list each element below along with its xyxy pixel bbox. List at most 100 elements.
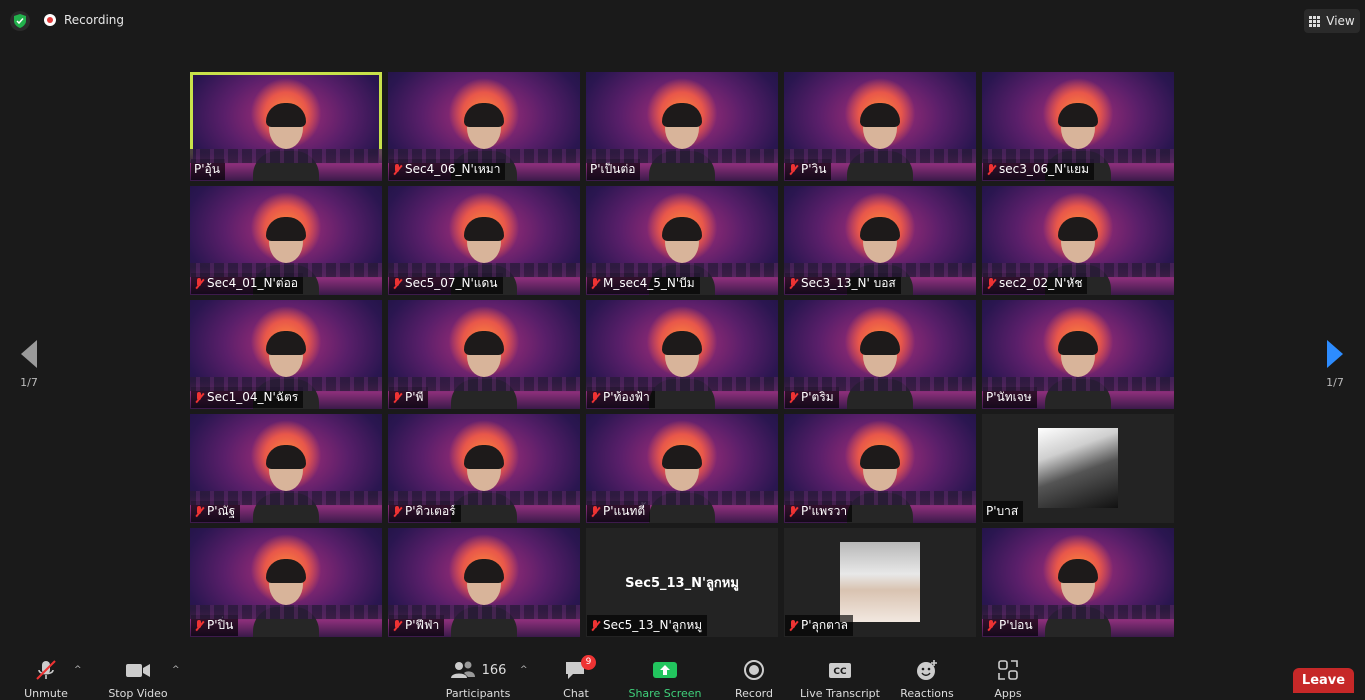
participant-name: P'ฟีฟ่า (405, 618, 440, 632)
muted-microphone-icon (788, 505, 798, 518)
muted-microphone-icon (20, 659, 72, 681)
participant-tile[interactable]: P'ลุกตาล (784, 528, 976, 637)
participant-tile[interactable]: P'พี (388, 300, 580, 409)
muted-microphone-icon (194, 505, 204, 518)
share-screen-label: Share Screen (628, 687, 702, 700)
participant-tile[interactable]: Sec3_13_N' บอส (784, 186, 976, 295)
participant-name-tag: P'ปอน (983, 615, 1038, 636)
participant-video-feed (845, 327, 915, 409)
participant-video-feed (1043, 327, 1113, 409)
participant-name: P'ณัฐ (207, 504, 236, 518)
participant-display-name: Sec5_13_N'ลูกหมู (625, 576, 739, 591)
participant-name-tag: P'ท้องฟ้า (587, 387, 655, 408)
participant-tile[interactable]: Sec5_13_N'ลูกหมู Sec5_13_N'ลูกหมู (586, 528, 778, 637)
participants-icon-group: 166 (438, 659, 518, 681)
audio-options-caret-icon[interactable]: ^ (74, 665, 82, 675)
participant-tile[interactable]: P'แนทตี้ (586, 414, 778, 523)
participant-name: P'ดิวเตอร์ (405, 504, 456, 518)
live-transcript-button[interactable]: CC Live Transcript (800, 659, 880, 700)
record-label: Record (734, 687, 773, 700)
cc-text: CC (833, 667, 847, 677)
participant-tile[interactable]: P'นัทเจษ (982, 300, 1174, 409)
view-label: View (1326, 14, 1355, 28)
muted-microphone-icon (788, 163, 798, 176)
participants-options-caret-icon[interactable]: ^ (520, 665, 528, 675)
participant-tile[interactable]: P'ฟีฟ่า (388, 528, 580, 637)
participant-name: Sec4_06_N'เหมา (405, 162, 501, 176)
recording-indicator[interactable]: Recording (44, 13, 124, 27)
participant-tile[interactable]: P'วิน (784, 72, 976, 181)
participant-tile[interactable]: P'เป็นต่อ (586, 72, 778, 181)
participant-name: P'พี (405, 390, 424, 404)
reactions-label: Reactions (900, 687, 954, 700)
participant-tile[interactable]: P'ดิวเตอร์ (388, 414, 580, 523)
participant-name-tag: P'บาส (983, 501, 1024, 522)
next-page-button[interactable]: 1/7 (1315, 340, 1355, 389)
participants-button[interactable]: 166 Participants (438, 659, 518, 700)
participant-name-tag: P'พี (389, 387, 429, 408)
participant-tile[interactable]: Sec1_04_N'ฉัตร (190, 300, 382, 409)
participant-name: P'บาส (986, 504, 1019, 518)
participant-name: P'นัทเจษ (986, 390, 1032, 404)
participant-video-feed (449, 327, 519, 409)
participant-name: P'ลุกตาล (801, 618, 849, 632)
live-transcript-label: Live Transcript (800, 687, 880, 700)
participant-tile[interactable]: P'ตริม (784, 300, 976, 409)
participant-name: P'ปอน (999, 618, 1033, 632)
participant-tile[interactable]: P'ปอน (982, 528, 1174, 637)
chat-label: Chat (563, 687, 589, 700)
participant-name: P'ปิ่น (207, 618, 234, 632)
participant-tile[interactable]: Sec4_01_N'ต่ออ (190, 186, 382, 295)
reactions-button[interactable]: Reactions (898, 659, 956, 700)
participant-tile[interactable]: P'อุ้น (190, 72, 382, 181)
unmute-button[interactable]: Unmute (20, 659, 72, 700)
closed-caption-icon: CC (800, 659, 880, 681)
muted-microphone-icon (590, 391, 600, 404)
chat-button[interactable]: 9 Chat (556, 655, 596, 700)
participant-name-tag: P'วิน (785, 159, 832, 180)
participant-name: Sec5_07_N'แดน (405, 276, 498, 290)
stop-video-label: Stop Video (108, 687, 168, 700)
previous-page-button[interactable]: 1/7 (9, 340, 49, 389)
participant-video-feed (647, 327, 717, 409)
grid-view-icon (1309, 15, 1321, 27)
muted-microphone-icon (392, 619, 402, 632)
participants-icon (450, 661, 475, 678)
video-options-caret-icon[interactable]: ^ (172, 665, 180, 675)
record-icon (732, 659, 776, 681)
participant-tile[interactable]: sec2_02_N'หัช (982, 186, 1174, 295)
participant-name-tag: P'แนทตี้ (587, 501, 651, 522)
participant-name: P'แพรวา (801, 504, 848, 518)
muted-microphone-icon (590, 277, 600, 290)
participant-tile[interactable]: sec3_06_N'แยม (982, 72, 1174, 181)
muted-microphone-icon (986, 277, 996, 290)
participant-tile[interactable]: Sec5_07_N'แดน (388, 186, 580, 295)
participant-tile[interactable]: P'ปิ่น (190, 528, 382, 637)
apps-button[interactable]: Apps (990, 659, 1026, 700)
participant-name: sec2_02_N'หัช (999, 276, 1083, 290)
recording-label: Recording (64, 13, 125, 27)
participant-name-tag: M_sec4_5_N'บีม (587, 273, 700, 294)
participant-tile[interactable]: P'บาส (982, 414, 1174, 523)
recording-icon (44, 14, 56, 26)
stop-video-button[interactable]: Stop Video (106, 659, 170, 700)
unmute-label: Unmute (24, 687, 68, 700)
leave-button[interactable]: Leave (1293, 668, 1354, 693)
apps-icon (990, 659, 1026, 681)
participant-tile[interactable]: P'ณัฐ (190, 414, 382, 523)
share-screen-button[interactable]: Share Screen (626, 659, 704, 700)
participant-tile[interactable]: P'แพรวา (784, 414, 976, 523)
participant-name: P'เป็นต่อ (590, 162, 636, 176)
security-shield-icon[interactable] (10, 11, 30, 31)
muted-microphone-icon (392, 391, 402, 404)
participant-tile[interactable]: P'ท้องฟ้า (586, 300, 778, 409)
page-indicator-left: 1/7 (20, 376, 38, 389)
participant-tile[interactable]: Sec4_06_N'เหมา (388, 72, 580, 181)
participant-tile[interactable]: M_sec4_5_N'บีม (586, 186, 778, 295)
muted-microphone-icon (194, 277, 204, 290)
view-button[interactable]: View (1304, 9, 1360, 33)
participant-name: P'ท้องฟ้า (603, 390, 650, 404)
top-bar: Recording View (0, 0, 1365, 42)
participants-count: 166 (481, 662, 507, 678)
record-button[interactable]: Record (732, 659, 776, 700)
